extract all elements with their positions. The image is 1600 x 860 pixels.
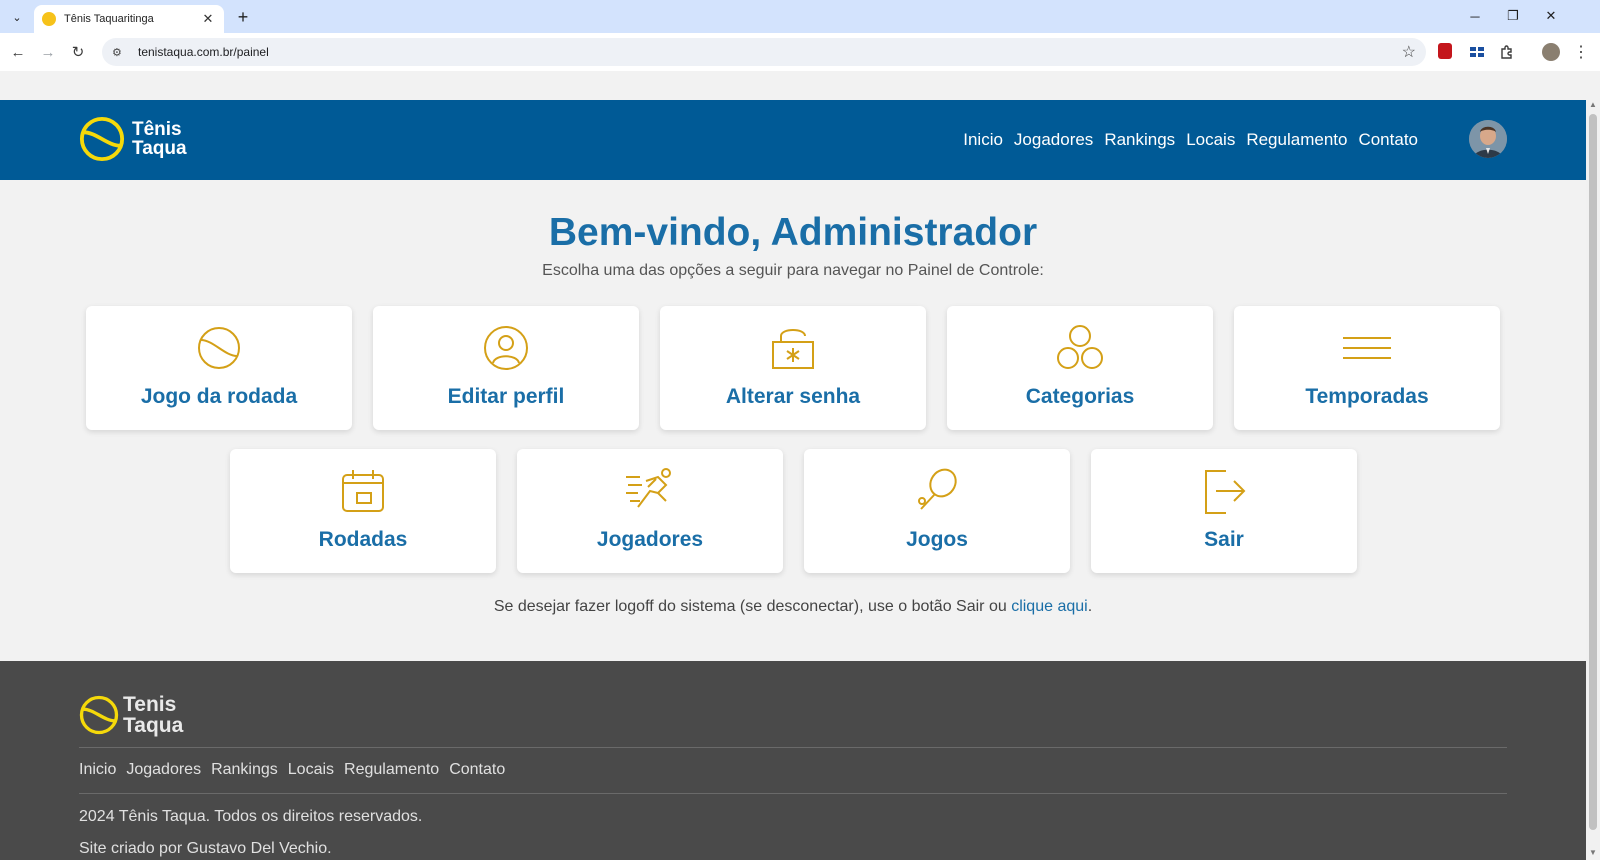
- card-jogo-da-rodada[interactable]: Jogo da rodada: [86, 306, 352, 430]
- copyright-text: 2024 Tênis Taqua. Todos os direitos rese…: [79, 808, 423, 825]
- tab-title: Tênis Taquaritinga: [64, 13, 154, 25]
- footer-link-regulamento[interactable]: Regulamento: [344, 761, 439, 779]
- footer-link-locais[interactable]: Locais: [288, 761, 334, 779]
- site-logo[interactable]: Tênis Taqua: [79, 116, 187, 162]
- scroll-down-icon[interactable]: ▼: [1586, 848, 1600, 860]
- reload-button[interactable]: ↻: [66, 40, 90, 64]
- card-jogos[interactable]: Jogos: [804, 449, 1070, 573]
- card-label: Jogos: [906, 528, 968, 551]
- scrollbar-thumb[interactable]: [1589, 114, 1597, 830]
- card-label: Temporadas: [1305, 385, 1429, 408]
- lock-icon: [772, 329, 814, 369]
- close-window-button[interactable]: ✕: [1536, 4, 1566, 28]
- nav-link-inicio[interactable]: Inicio: [963, 130, 1003, 150]
- tennis-ball-icon: [198, 327, 240, 369]
- tab-close-button[interactable]: ✕: [200, 11, 216, 27]
- footer-link-inicio[interactable]: Inicio: [79, 761, 116, 779]
- footer-divider: [79, 793, 1507, 794]
- card-label: Jogo da rodada: [140, 385, 298, 408]
- card-categorias[interactable]: Categorias: [947, 306, 1213, 430]
- credit-text: Site criado por Gustavo Del Vechio.: [79, 840, 332, 857]
- user-avatar[interactable]: [1469, 120, 1507, 158]
- card-jogadores[interactable]: Jogadores: [517, 449, 783, 573]
- card-label: Alterar senha: [725, 385, 861, 408]
- site-header: Tênis Taqua Inicio Jogadores Rankings Lo…: [0, 100, 1586, 180]
- logo-text: Tênis Taqua: [132, 119, 187, 159]
- tennis-ball-icon: [42, 12, 56, 26]
- puzzle-extensions-icon[interactable]: [1498, 43, 1516, 61]
- footer-link-rankings[interactable]: Rankings: [211, 761, 278, 779]
- card-temporadas[interactable]: Temporadas: [1234, 306, 1500, 430]
- logout-icon: [1205, 470, 1246, 514]
- nav-link-regulamento[interactable]: Regulamento: [1246, 130, 1347, 150]
- logoff-link[interactable]: clique aqui: [1011, 598, 1088, 615]
- browser-tab-bar: ⌄ Tênis Taquaritinga ✕ + ─ ❐ ✕: [0, 0, 1600, 33]
- card-sair[interactable]: Sair: [1091, 449, 1357, 573]
- page-title: Bem-vindo, Administrador: [548, 211, 1038, 254]
- card-label: Categorias: [1025, 385, 1135, 408]
- site-info-icon[interactable]: ⚙: [112, 46, 134, 59]
- calendar-icon: [342, 470, 384, 512]
- main-nav: Inicio Jogadores Rankings Locais Regulam…: [963, 130, 1418, 150]
- back-button[interactable]: ←: [6, 40, 30, 64]
- footer-link-contato[interactable]: Contato: [449, 761, 505, 779]
- card-label: Sair: [1204, 528, 1244, 551]
- card-alterar-senha[interactable]: Alterar senha: [660, 306, 926, 430]
- racket-icon: [918, 468, 957, 510]
- user-icon: [484, 326, 528, 370]
- browser-tab[interactable]: Tênis Taquaritinga ✕: [34, 5, 224, 33]
- footer-divider: [79, 747, 1507, 748]
- footer-link-jogadores[interactable]: Jogadores: [126, 761, 201, 779]
- new-tab-button[interactable]: +: [232, 6, 254, 28]
- nav-link-rankings[interactable]: Rankings: [1104, 130, 1175, 150]
- tennis-ball-logo-icon: [79, 116, 125, 162]
- scroll-up-icon[interactable]: ▲: [1586, 100, 1600, 112]
- card-editar-perfil[interactable]: Editar perfil: [373, 306, 639, 430]
- forward-button[interactable]: →: [36, 40, 60, 64]
- page-scrollbar[interactable]: ▲ ▼: [1586, 100, 1600, 860]
- card-label: Editar perfil: [447, 385, 565, 408]
- card-label: Jogadores: [596, 528, 704, 551]
- logoff-message: Se desejar fazer logoff do sistema (se d…: [493, 598, 1093, 615]
- site-footer: Tenis Taqua Inicio Jogadores Rankings Lo…: [0, 661, 1586, 860]
- nav-link-locais[interactable]: Locais: [1186, 130, 1235, 150]
- minimize-button[interactable]: ─: [1460, 4, 1490, 28]
- profile-avatar-icon[interactable]: [1542, 43, 1560, 61]
- circles-icon: [1057, 325, 1103, 369]
- lines-icon: [1343, 337, 1391, 359]
- footer-logo-text: Tenis Taqua: [123, 693, 184, 737]
- tab-list-button[interactable]: ⌄: [6, 6, 28, 28]
- footer-nav: Inicio Jogadores Rankings Locais Regulam…: [79, 761, 505, 779]
- extension-icon[interactable]: [1468, 43, 1486, 61]
- browser-toolbar: ← → ↻ ⚙ tenistaqua.com.br/painel ☆ ⋮: [0, 33, 1600, 71]
- nav-link-contato[interactable]: Contato: [1358, 130, 1418, 150]
- page-viewport: Tênis Taqua Inicio Jogadores Rankings Lo…: [0, 71, 1586, 860]
- nav-link-jogadores[interactable]: Jogadores: [1014, 130, 1093, 150]
- page-subtitle: Escolha uma das opções a seguir para nav…: [542, 262, 1044, 279]
- pdf-extension-icon[interactable]: [1438, 43, 1452, 59]
- runner-icon: [626, 468, 671, 508]
- card-label: Rodadas: [318, 528, 408, 551]
- restore-button[interactable]: ❐: [1498, 4, 1528, 28]
- footer-logo[interactable]: Tenis Taqua: [79, 694, 183, 736]
- card-rodadas[interactable]: Rodadas: [230, 449, 496, 573]
- bookmark-star-icon[interactable]: ☆: [1402, 42, 1416, 62]
- address-bar[interactable]: ⚙ tenistaqua.com.br/painel ☆: [102, 38, 1426, 66]
- url-text[interactable]: tenistaqua.com.br/painel: [138, 45, 269, 59]
- tennis-ball-logo-icon: [79, 695, 119, 735]
- browser-menu-icon[interactable]: ⋮: [1572, 43, 1590, 61]
